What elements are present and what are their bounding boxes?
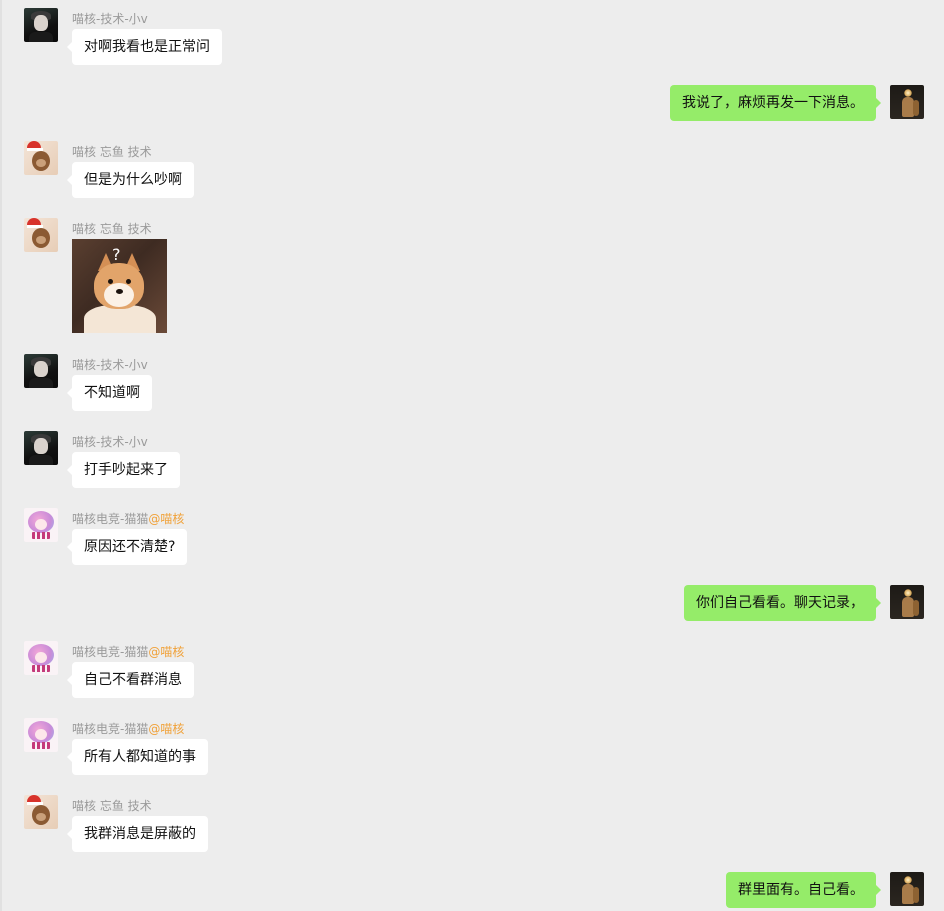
sender-name: 喵核-技术-小v: [72, 10, 148, 27]
avatar-santa-hat: [27, 218, 43, 228]
sender-avatar[interactable]: [24, 641, 58, 675]
avatar-santa-hat: [27, 795, 43, 805]
sender-name: 喵核电竞-猫猫@喵核: [72, 510, 184, 527]
mention-tag[interactable]: @喵核: [148, 722, 184, 736]
sender-name-text: 喵核 忘鱼 技术: [72, 222, 152, 236]
avatar-face: [34, 15, 48, 31]
message-text: 对啊我看也是正常问: [84, 39, 210, 55]
avatar-face: [35, 652, 47, 663]
message-bubble-self[interactable]: 群里面有。自己看。: [726, 872, 881, 908]
message-text: 你们自己看看。聊天记录，: [696, 595, 864, 611]
message-bubble[interactable]: 但是为什么吵啊: [67, 162, 194, 198]
sender-name: 喵核 忘鱼 技术: [72, 143, 152, 160]
user-avatar[interactable]: [890, 85, 924, 119]
sender-avatar[interactable]: [24, 431, 58, 465]
sender-name-text: 喵核-技术-小v: [72, 12, 148, 26]
avatar-light: [904, 589, 912, 597]
message-text: 我群消息是屏蔽的: [84, 826, 196, 842]
avatar-face: [34, 438, 48, 454]
user-avatar[interactable]: [890, 872, 924, 906]
sender-name-text: 喵核-技术-小v: [72, 358, 148, 372]
mention-tag[interactable]: @喵核: [148, 645, 184, 659]
sender-avatar[interactable]: [24, 508, 58, 542]
sender-name-text: 喵核-技术-小v: [72, 435, 148, 449]
avatar-bear-snout: [36, 813, 46, 821]
mention-tag[interactable]: @喵核: [148, 512, 184, 526]
sender-avatar[interactable]: [24, 141, 58, 175]
message-bubble-self[interactable]: 我说了，麻烦再发一下消息。: [670, 85, 881, 121]
avatar-santa-hat: [27, 141, 43, 151]
avatar-face: [35, 729, 47, 740]
sender-avatar[interactable]: [24, 718, 58, 752]
avatar-lettering: [32, 742, 50, 749]
message-bubble[interactable]: 我群消息是屏蔽的: [67, 816, 208, 852]
avatar-light: [904, 89, 912, 97]
avatar-bear-snout: [36, 236, 46, 244]
avatar-face: [35, 519, 47, 530]
message-bubble[interactable]: 所有人都知道的事: [67, 739, 208, 775]
sticker-dog-nose: [116, 289, 123, 294]
sender-name-text: 喵核 忘鱼 技术: [72, 799, 152, 813]
avatar-shirt: [29, 32, 53, 42]
avatar-bear-snout: [36, 159, 46, 167]
message-text: 所有人都知道的事: [84, 749, 196, 765]
message-text: 群里面有。自己看。: [738, 882, 864, 898]
sticker-dog-body: [84, 305, 156, 333]
chat-message-area[interactable]: 喵核-技术-小v 对啊我看也是正常问 我说了，麻烦再发一下消息。 喵核 忘鱼 技…: [0, 0, 944, 911]
message-bubble[interactable]: 打手吵起来了: [67, 452, 180, 488]
sender-name: 喵核电竞-猫猫@喵核: [72, 720, 184, 737]
message-text: 原因还不清楚?: [84, 539, 176, 555]
sender-name: 喵核-技术-小v: [72, 356, 148, 373]
sender-avatar[interactable]: [24, 218, 58, 252]
message-bubble[interactable]: 原因还不清楚?: [66, 529, 188, 565]
sticker-dog-muzzle: [104, 283, 134, 307]
avatar-shirt: [29, 378, 53, 388]
user-avatar[interactable]: [890, 585, 924, 619]
sender-name-text: 喵核电竞-猫猫: [72, 645, 149, 659]
sender-name-text: 喵核 忘鱼 技术: [72, 145, 152, 159]
message-text: 我说了，麻烦再发一下消息。: [682, 95, 864, 111]
sender-name: 喵核-技术-小v: [72, 433, 148, 450]
sender-name-text: 喵核电竞-猫猫: [72, 722, 149, 736]
avatar-shirt: [29, 455, 53, 465]
message-bubble-self[interactable]: 你们自己看看。聊天记录，: [684, 585, 881, 621]
message-text: 但是为什么吵啊: [84, 172, 182, 188]
sender-avatar[interactable]: [24, 795, 58, 829]
sender-name-text: 喵核电竞-猫猫: [72, 512, 149, 526]
sender-avatar[interactable]: [24, 8, 58, 42]
sender-name: 喵核 忘鱼 技术: [72, 797, 152, 814]
sticker-dog-eye-right: [126, 279, 131, 284]
avatar-face: [34, 361, 48, 377]
sticker-dog-eye-left: [108, 279, 113, 284]
message-bubble[interactable]: 不知道啊: [67, 375, 152, 411]
sender-name: 喵核电竞-猫猫@喵核: [72, 643, 184, 660]
confused-shiba-sticker[interactable]: ?: [72, 239, 167, 333]
message-text: 自己不看群消息: [84, 672, 182, 688]
avatar-light: [904, 876, 912, 884]
avatar-figure-2: [913, 100, 919, 116]
message-text: 不知道啊: [84, 385, 140, 401]
sender-avatar[interactable]: [24, 354, 58, 388]
sender-name: 喵核 忘鱼 技术: [72, 220, 152, 237]
avatar-lettering: [32, 665, 50, 672]
avatar-figure-2: [913, 600, 919, 616]
avatar-figure-2: [913, 887, 919, 903]
message-bubble[interactable]: 对啊我看也是正常问: [67, 29, 222, 65]
avatar-lettering: [32, 532, 50, 539]
message-text: 打手吵起来了: [84, 462, 168, 478]
message-bubble[interactable]: 自己不看群消息: [67, 662, 194, 698]
